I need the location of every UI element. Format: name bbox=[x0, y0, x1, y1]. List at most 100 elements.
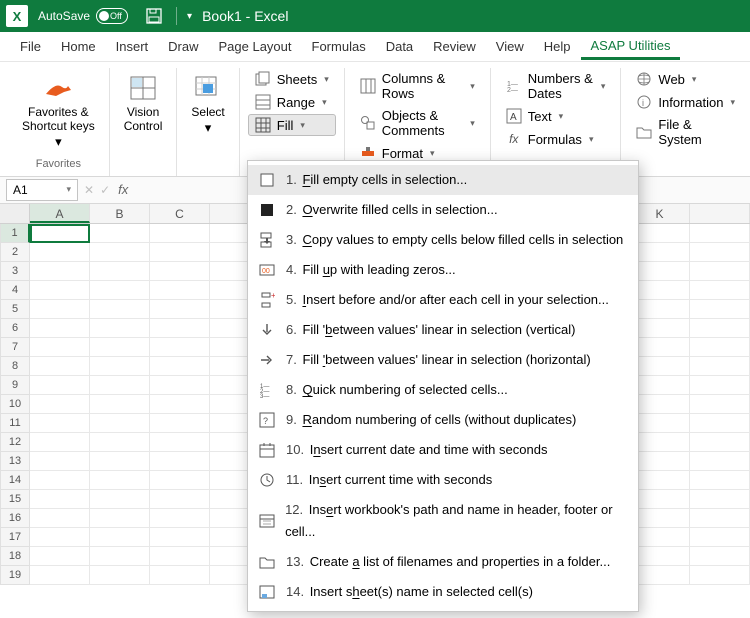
cell[interactable] bbox=[150, 471, 210, 490]
tab-insert[interactable]: Insert bbox=[106, 35, 159, 58]
cell[interactable] bbox=[630, 281, 690, 300]
fill-menu-item-4[interactable]: 004. Fill up with leading zeros... bbox=[248, 255, 638, 285]
cell[interactable] bbox=[690, 395, 750, 414]
row-header[interactable]: 3 bbox=[0, 262, 30, 281]
cell[interactable] bbox=[630, 395, 690, 414]
cell[interactable] bbox=[30, 319, 90, 338]
cell[interactable] bbox=[630, 224, 690, 243]
cell[interactable] bbox=[90, 243, 150, 262]
cell[interactable] bbox=[90, 471, 150, 490]
col-header-k[interactable]: K bbox=[630, 204, 690, 223]
row-header[interactable]: 16 bbox=[0, 509, 30, 528]
tab-data[interactable]: Data bbox=[376, 35, 423, 58]
cell[interactable] bbox=[630, 338, 690, 357]
cell[interactable] bbox=[30, 281, 90, 300]
cell[interactable] bbox=[90, 490, 150, 509]
cell[interactable] bbox=[690, 414, 750, 433]
file-system-button[interactable]: File & System bbox=[629, 114, 742, 150]
fill-button[interactable]: Fill▾ bbox=[248, 114, 336, 136]
select-all-corner[interactable] bbox=[0, 204, 30, 223]
cell[interactable] bbox=[630, 433, 690, 452]
fill-menu-item-12[interactable]: 12. Insert workbook's path and name in h… bbox=[248, 495, 638, 547]
cell[interactable] bbox=[30, 566, 90, 585]
fill-menu-item-8[interactable]: 1—2—3—8. Quick numbering of selected cel… bbox=[248, 375, 638, 405]
cell[interactable] bbox=[630, 262, 690, 281]
cell[interactable] bbox=[150, 547, 210, 566]
row-header[interactable]: 15 bbox=[0, 490, 30, 509]
fill-menu-item-2[interactable]: 2. Overwrite filled cells in selection..… bbox=[248, 195, 638, 225]
cell[interactable] bbox=[90, 528, 150, 547]
vision-control-button[interactable]: Vision Control bbox=[118, 68, 169, 138]
columns-rows-button[interactable]: Columns & Rows▾ bbox=[353, 68, 482, 104]
fill-menu-item-7[interactable]: 7. Fill 'between values' linear in selec… bbox=[248, 345, 638, 375]
cell[interactable] bbox=[30, 395, 90, 414]
row-header[interactable]: 10 bbox=[0, 395, 30, 414]
cell[interactable] bbox=[690, 357, 750, 376]
cell[interactable] bbox=[150, 300, 210, 319]
cell[interactable] bbox=[150, 509, 210, 528]
cell[interactable] bbox=[690, 471, 750, 490]
col-header[interactable] bbox=[690, 204, 750, 223]
cell[interactable] bbox=[630, 547, 690, 566]
cell[interactable] bbox=[90, 566, 150, 585]
row-header[interactable]: 19 bbox=[0, 566, 30, 585]
cell[interactable] bbox=[690, 490, 750, 509]
cell[interactable] bbox=[630, 300, 690, 319]
fill-menu-item-10[interactable]: 10. Insert current date and time with se… bbox=[248, 435, 638, 465]
fill-menu-item-6[interactable]: 6. Fill 'between values' linear in selec… bbox=[248, 315, 638, 345]
cell[interactable] bbox=[150, 433, 210, 452]
tab-page-layout[interactable]: Page Layout bbox=[209, 35, 302, 58]
fx-icon[interactable]: fx bbox=[118, 182, 128, 197]
cell[interactable] bbox=[30, 243, 90, 262]
fill-menu-item-13[interactable]: 13. Create a list of filenames and prope… bbox=[248, 547, 638, 577]
row-header[interactable]: 18 bbox=[0, 547, 30, 566]
cell[interactable] bbox=[690, 452, 750, 471]
cell[interactable] bbox=[90, 262, 150, 281]
cell[interactable] bbox=[90, 395, 150, 414]
cell[interactable] bbox=[630, 414, 690, 433]
cell[interactable] bbox=[150, 566, 210, 585]
tab-review[interactable]: Review bbox=[423, 35, 486, 58]
row-header[interactable]: 7 bbox=[0, 338, 30, 357]
cell[interactable] bbox=[90, 338, 150, 357]
range-button[interactable]: Range▾ bbox=[248, 91, 336, 113]
cell[interactable] bbox=[150, 262, 210, 281]
row-header[interactable]: 11 bbox=[0, 414, 30, 433]
cell[interactable] bbox=[630, 319, 690, 338]
cell[interactable] bbox=[30, 509, 90, 528]
col-header-b[interactable]: B bbox=[90, 204, 150, 223]
cell[interactable] bbox=[30, 547, 90, 566]
cell[interactable] bbox=[630, 471, 690, 490]
cell[interactable] bbox=[150, 319, 210, 338]
row-header[interactable]: 12 bbox=[0, 433, 30, 452]
row-header[interactable]: 5 bbox=[0, 300, 30, 319]
cell[interactable] bbox=[30, 300, 90, 319]
cell[interactable] bbox=[90, 509, 150, 528]
tab-help[interactable]: Help bbox=[534, 35, 581, 58]
fill-menu-item-1[interactable]: 1. Fill empty cells in selection... bbox=[248, 165, 638, 195]
web-button[interactable]: Web▾ bbox=[629, 68, 742, 90]
cell[interactable] bbox=[690, 262, 750, 281]
objects-comments-button[interactable]: Objects & Comments▾ bbox=[353, 105, 482, 141]
row-header[interactable]: 9 bbox=[0, 376, 30, 395]
cell[interactable] bbox=[30, 338, 90, 357]
cell[interactable] bbox=[90, 376, 150, 395]
row-header[interactable]: 1 bbox=[0, 224, 30, 243]
confirm-icon[interactable]: ✓ bbox=[100, 183, 110, 197]
cell[interactable] bbox=[30, 414, 90, 433]
cell[interactable] bbox=[690, 433, 750, 452]
cell[interactable] bbox=[150, 395, 210, 414]
fill-menu-item-14[interactable]: 14. Insert sheet(s) name in selected cel… bbox=[248, 577, 638, 607]
tab-asap-utilities[interactable]: ASAP Utilities bbox=[581, 34, 681, 60]
cell[interactable] bbox=[630, 357, 690, 376]
cell[interactable] bbox=[90, 300, 150, 319]
numbers-dates-button[interactable]: 1—2—Numbers & Dates▾ bbox=[499, 68, 613, 104]
fill-menu-item-5[interactable]: +5. Insert before and/or after each cell… bbox=[248, 285, 638, 315]
cell[interactable] bbox=[630, 528, 690, 547]
row-header[interactable]: 2 bbox=[0, 243, 30, 262]
cell[interactable] bbox=[690, 547, 750, 566]
text-button[interactable]: AText▾ bbox=[499, 105, 613, 127]
fill-menu-item-3[interactable]: 3. Copy values to empty cells below fill… bbox=[248, 225, 638, 255]
cell[interactable] bbox=[90, 414, 150, 433]
cell[interactable] bbox=[30, 433, 90, 452]
